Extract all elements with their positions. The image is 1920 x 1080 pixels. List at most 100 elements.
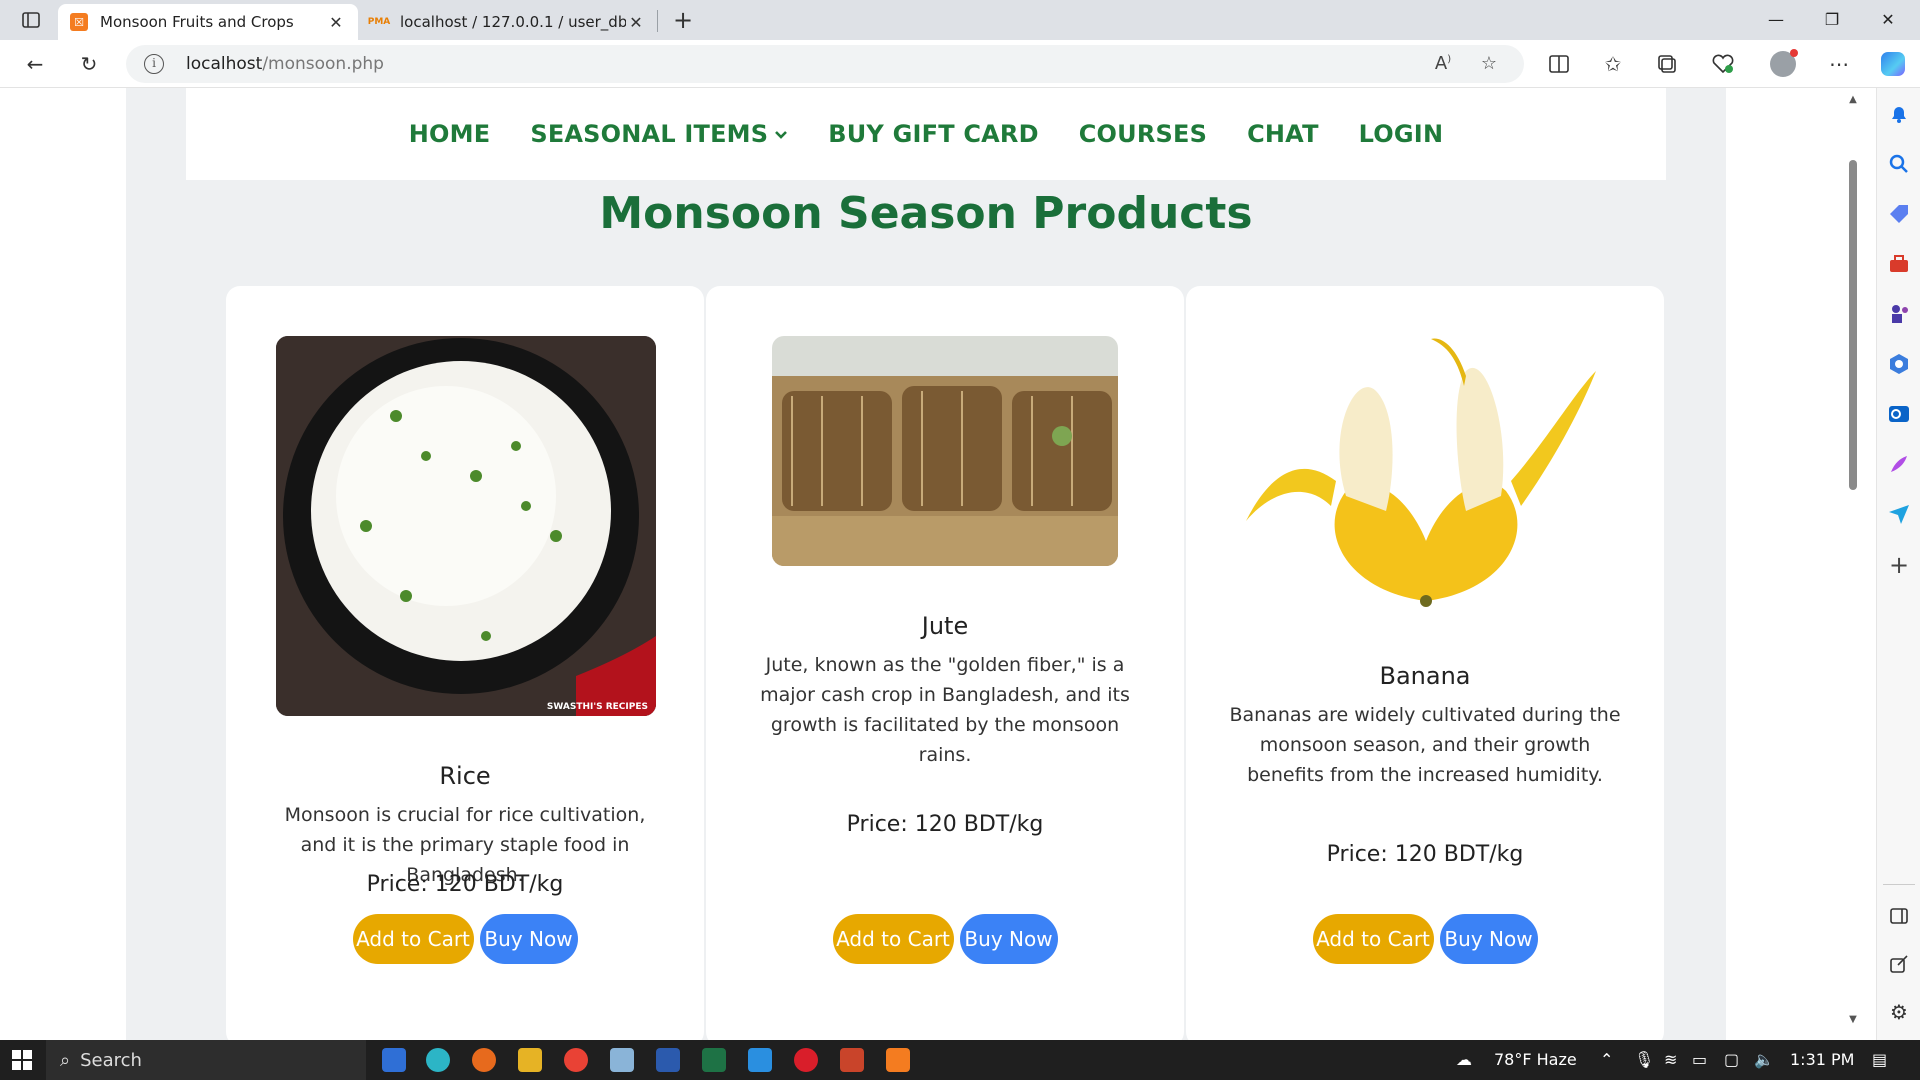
word-icon[interactable] [656, 1048, 680, 1072]
nav-login[interactable]: LOGIN [1359, 120, 1444, 148]
browser-essentials-icon[interactable] [1708, 50, 1738, 78]
taskbar-search[interactable]: ⌕ Search [46, 1040, 366, 1080]
nav-home[interactable]: HOME [409, 120, 491, 148]
tab-actions-icon[interactable] [14, 8, 48, 32]
scroll-down-icon[interactable]: ▼ [1847, 1014, 1859, 1025]
search-icon: ⌕ [60, 1049, 71, 1071]
xampp-icon[interactable] [886, 1048, 910, 1072]
clock-time[interactable]: 1:31 PM [1790, 1040, 1854, 1080]
add-sidebar-app-icon[interactable]: + [1887, 553, 1911, 578]
shopping-tag-icon[interactable] [1887, 202, 1911, 226]
scroll-up-icon[interactable]: ▲ [1847, 94, 1859, 105]
display-icon[interactable]: ▢ [1724, 1040, 1739, 1080]
buy-now-button[interactable]: Buy Now [479, 914, 578, 964]
opera-icon[interactable] [794, 1048, 818, 1072]
product-name: Jute [921, 612, 969, 640]
nav-seasonal-items[interactable]: SEASONAL ITEMS [530, 120, 788, 148]
url-path: /monsoon.php [262, 54, 384, 74]
close-window-button[interactable]: ✕ [1860, 0, 1916, 40]
file-explorer-icon[interactable] [518, 1048, 542, 1072]
excel-icon[interactable] [702, 1048, 726, 1072]
notifications-icon[interactable]: ▤ [1872, 1040, 1887, 1080]
volume-muted-icon[interactable]: 🔈 [1754, 1040, 1774, 1080]
show-hidden-icons[interactable]: ⌃ [1600, 1040, 1613, 1080]
chrome-icon[interactable] [564, 1048, 588, 1072]
product-price: Price: 120 BDT/kg [366, 872, 564, 897]
read-aloud-icon[interactable]: A) [1430, 53, 1456, 75]
address-bar[interactable]: i localhost/monsoon.php A) ☆ [126, 45, 1524, 83]
windows-start-icon[interactable] [12, 1050, 32, 1070]
close-tab-icon[interactable]: ✕ [626, 13, 646, 32]
favorites-icon[interactable]: ✩ [1598, 50, 1628, 78]
nav-chat[interactable]: CHAT [1247, 120, 1319, 148]
browser-tab-bar: ☒ Monsoon Fruits and Crops ✕ PMA localho… [0, 0, 1920, 40]
wifi-icon[interactable]: ≋ [1664, 1040, 1677, 1080]
more-options-icon[interactable]: ⋯ [1824, 50, 1854, 78]
weather-icon[interactable]: ☁ [1456, 1040, 1472, 1080]
address-url[interactable]: localhost/monsoon.php [186, 54, 384, 74]
tab-separator [657, 10, 658, 32]
nav-courses[interactable]: COURSES [1079, 120, 1207, 148]
close-tab-icon[interactable]: ✕ [326, 13, 346, 32]
send-icon[interactable] [1887, 502, 1911, 526]
copilot-icon[interactable] [1878, 50, 1908, 78]
buy-now-button[interactable]: Buy Now [959, 914, 1058, 964]
battery-icon[interactable]: ▭ [1692, 1040, 1707, 1080]
microsoft-365-icon[interactable] [1887, 352, 1911, 376]
new-tab-button[interactable]: + [668, 6, 698, 34]
firefox-icon[interactable] [472, 1048, 496, 1072]
nav-buy-gift-card[interactable]: BUY GIFT CARD [828, 120, 1038, 148]
profile-avatar[interactable] [1768, 49, 1798, 78]
split-screen-icon[interactable] [1544, 50, 1574, 78]
tab-title: localhost / 127.0.0.1 / user_db / u [400, 13, 626, 31]
hide-sidebar-icon[interactable] [1887, 904, 1911, 928]
product-price: Price: 120 BDT/kg [1326, 842, 1524, 867]
site-info-icon[interactable]: i [144, 54, 164, 74]
scrollbar-thumb[interactable] [1849, 160, 1857, 490]
windows-taskbar: ⌕ Search ☁ 78°F Haze ⌃ 🎙 ≋ ▭ ▢ 🔈 1:31 PM… [0, 1040, 1920, 1080]
edge-icon[interactable] [426, 1048, 450, 1072]
jute-image [772, 336, 1118, 566]
tab-monsoon[interactable]: ☒ Monsoon Fruits and Crops ✕ [58, 4, 358, 40]
add-to-cart-button[interactable]: Add to Cart [832, 914, 954, 964]
tab-phpmyadmin[interactable]: PMA localhost / 127.0.0.1 / user_db / u … [358, 4, 658, 40]
games-chess-icon[interactable] [1887, 302, 1911, 326]
main-nav: HOME SEASONAL ITEMS BUY GIFT CARD COURSE… [186, 88, 1666, 180]
product-card-banana: Banana Bananas are widely cultivated dur… [1186, 286, 1664, 1040]
designer-icon[interactable] [1887, 452, 1911, 476]
favorite-star-icon[interactable]: ☆ [1476, 53, 1502, 75]
sidebar-settings-gear-icon[interactable]: ⚙ [1887, 1000, 1911, 1024]
product-actions: Add to Cart Buy Now [226, 914, 704, 964]
notifications-bell-icon[interactable] [1887, 102, 1911, 126]
product-actions: Add to Cart Buy Now [1186, 914, 1664, 964]
weather-text[interactable]: 78°F Haze [1494, 1040, 1577, 1080]
product-name: Banana [1379, 662, 1471, 690]
open-external-icon[interactable] [1887, 952, 1911, 976]
microphone-icon[interactable]: 🎙 [1634, 1040, 1654, 1080]
product-price: Price: 120 BDT/kg [846, 812, 1044, 837]
notes-icon[interactable] [610, 1048, 634, 1072]
outlook-icon[interactable] [1887, 402, 1911, 426]
product-description: Bananas are widely cultivated during the… [1229, 704, 1621, 786]
restore-button[interactable]: ❐ [1804, 0, 1860, 40]
mail-icon[interactable] [382, 1048, 406, 1072]
back-icon[interactable]: ← [20, 50, 50, 78]
chevron-down-icon [774, 124, 788, 145]
powerpoint-icon[interactable] [840, 1048, 864, 1072]
collections-icon[interactable] [1652, 50, 1682, 78]
sidebar-divider [1883, 884, 1915, 885]
tools-toolbox-icon[interactable] [1887, 252, 1911, 276]
search-icon[interactable] [1887, 152, 1911, 176]
browser-toolbar: ← ↻ i localhost/monsoon.php A) ☆ ✩ ⋯ [0, 40, 1920, 88]
product-card-jute: Jute Jute, known as the "golden fiber," … [706, 286, 1184, 1040]
vscode-icon[interactable] [748, 1048, 772, 1072]
product-name: Rice [439, 762, 491, 790]
add-to-cart-button[interactable]: Add to Cart [1312, 914, 1434, 964]
product-description: Jute, known as the "golden fiber," is a … [760, 654, 1130, 766]
add-to-cart-button[interactable]: Add to Cart [352, 914, 474, 964]
url-host: localhost [186, 54, 263, 74]
reload-icon[interactable]: ↻ [74, 50, 104, 78]
minimize-button[interactable]: — [1748, 0, 1804, 40]
buy-now-button[interactable]: Buy Now [1439, 914, 1538, 964]
page-title: Monsoon Season Products [599, 188, 1253, 239]
